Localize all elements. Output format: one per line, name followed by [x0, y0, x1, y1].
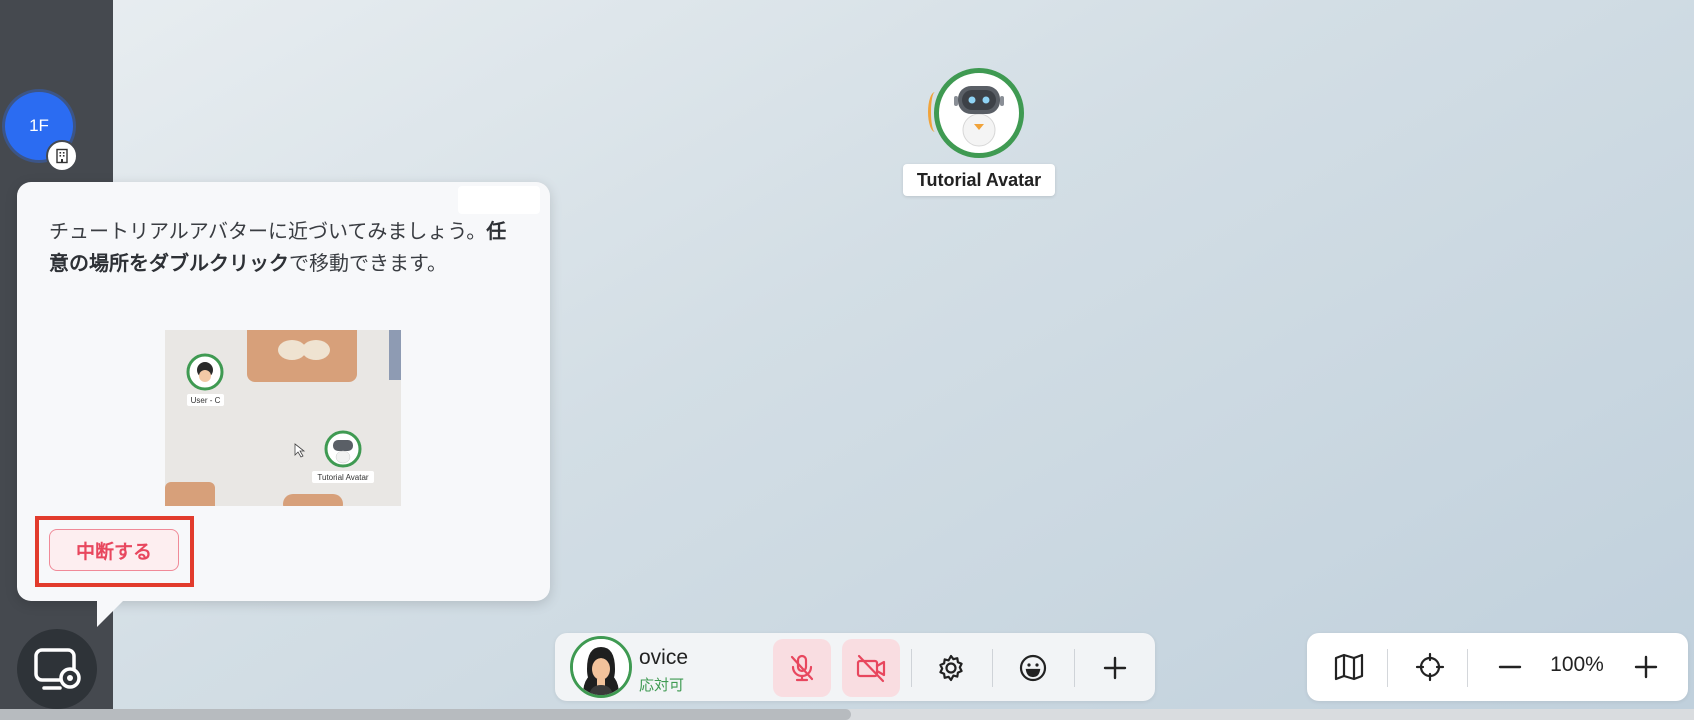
crosshair-icon	[1415, 652, 1445, 682]
tutorial-avatar-name: Tutorial Avatar	[903, 164, 1055, 196]
toolbar-divider	[911, 649, 912, 687]
self-status[interactable]: 応対可	[639, 674, 684, 695]
screen-share-button[interactable]	[17, 629, 97, 709]
camera-off-icon	[856, 654, 886, 683]
toolbar-divider	[1074, 649, 1075, 687]
tutorial-illustration: User - C Tutorial Avatar	[165, 330, 401, 506]
horizontal-scrollbar-thumb[interactable]	[0, 709, 851, 720]
map-icon	[1334, 653, 1364, 681]
self-name: ovice	[639, 646, 689, 669]
toolbar-divider	[992, 649, 993, 687]
minus-icon	[1498, 665, 1522, 669]
mic-off-icon	[790, 654, 814, 682]
illustration-avatar-label: Tutorial Avatar	[317, 473, 368, 482]
bottom-toolbar: ovice 応対可	[555, 633, 1155, 701]
tutorial-avatar[interactable]	[934, 68, 1024, 158]
zoom-level: 100%	[1550, 653, 1604, 676]
screen-share-settings-icon	[34, 648, 81, 690]
zoom-out-button[interactable]	[1482, 639, 1538, 695]
popup-tab	[458, 186, 540, 214]
tutorial-text-before: チュートリアルアバターに近づいてみましょう。	[49, 219, 487, 243]
zoom-in-button[interactable]	[1618, 639, 1674, 695]
controls-divider	[1387, 649, 1388, 687]
floor-label: 1F	[29, 116, 49, 135]
reaction-button[interactable]	[1004, 639, 1062, 697]
illustration-user-label: User - C	[191, 396, 221, 405]
user-avatar-icon	[573, 639, 629, 695]
tutorial-message: チュートリアルアバターに近づいてみましょう。任意の場所をダブルクリックで移動でき…	[49, 215, 519, 279]
minimap-button[interactable]	[1321, 639, 1377, 695]
plus-icon	[1634, 655, 1658, 679]
add-button[interactable]	[1086, 639, 1144, 697]
self-avatar[interactable]	[570, 636, 632, 698]
tutorial-text-after: で移動できます。	[289, 251, 447, 275]
building-icon	[46, 140, 78, 172]
locate-button[interactable]	[1402, 639, 1458, 695]
stop-tutorial-button[interactable]: 中断する	[49, 529, 179, 571]
map-controls: 100%	[1307, 633, 1688, 701]
settings-button[interactable]	[922, 639, 980, 697]
gear-icon	[939, 654, 963, 682]
popup-tail	[97, 601, 123, 627]
emoji-icon	[1019, 654, 1047, 682]
plus-icon	[1103, 656, 1127, 680]
robot-icon	[954, 86, 1004, 147]
mic-toggle-button[interactable]	[773, 639, 831, 697]
tutorial-popup: チュートリアルアバターに近づいてみましょう。任意の場所をダブルクリックで移動でき…	[17, 182, 550, 601]
controls-divider	[1467, 649, 1468, 687]
camera-toggle-button[interactable]	[842, 639, 900, 697]
